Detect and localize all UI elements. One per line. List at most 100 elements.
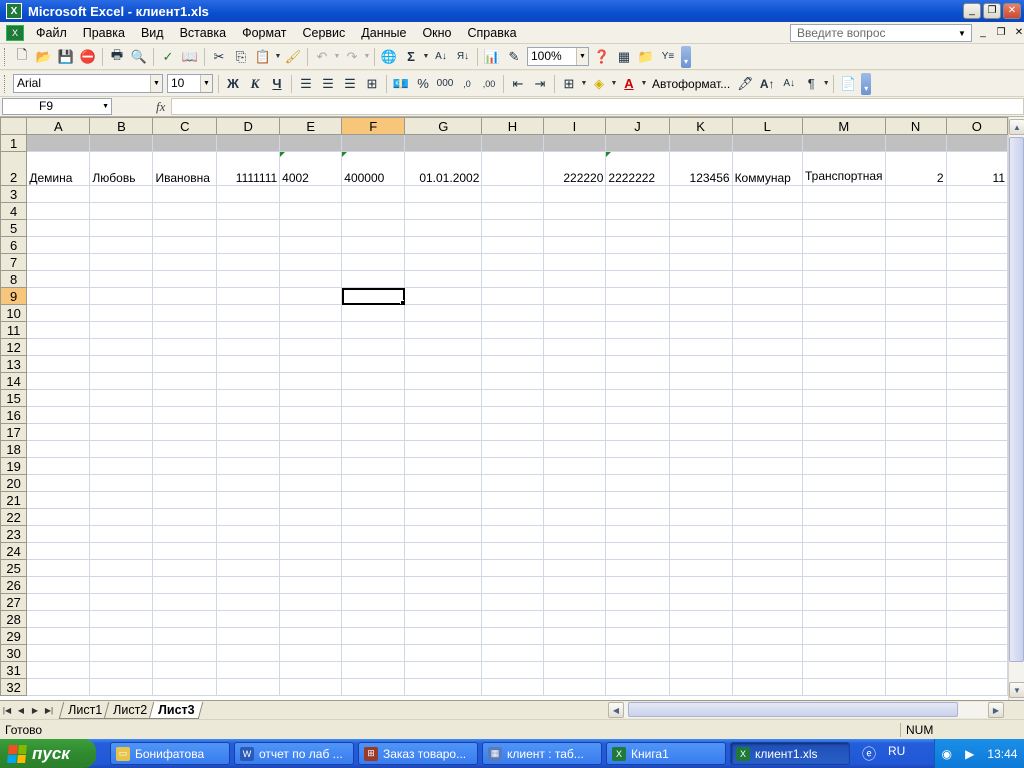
cell[interactable]: [542, 423, 607, 441]
cell[interactable]: [605, 219, 670, 237]
cell[interactable]: [801, 576, 886, 594]
cell[interactable]: [481, 508, 544, 526]
cell[interactable]: [668, 270, 733, 288]
cell[interactable]: [279, 253, 343, 271]
cell[interactable]: [542, 610, 607, 628]
cell[interactable]: [404, 576, 483, 594]
cell[interactable]: [26, 440, 91, 458]
cell[interactable]: [884, 253, 947, 271]
task-button[interactable]: ⊞ Заказ товаро...: [358, 742, 478, 765]
cell[interactable]: [731, 508, 803, 526]
cell[interactable]: [945, 542, 1008, 560]
column-header[interactable]: I: [542, 117, 607, 135]
cell[interactable]: [945, 406, 1008, 424]
cell[interactable]: [668, 627, 733, 645]
chevron-down-icon[interactable]: ▼: [102, 99, 109, 114]
cell[interactable]: [884, 627, 947, 645]
select-all-corner[interactable]: [0, 117, 28, 135]
cell[interactable]: [801, 491, 886, 509]
cell[interactable]: Ивановна: [152, 151, 218, 186]
cell[interactable]: [542, 355, 607, 373]
toolbar-options-button[interactable]: ▾: [861, 72, 872, 95]
cell[interactable]: [945, 219, 1008, 237]
cell[interactable]: [945, 338, 1008, 356]
thousands-button[interactable]: 000: [434, 73, 456, 95]
cell[interactable]: [341, 525, 406, 543]
cell[interactable]: [341, 678, 406, 696]
cell[interactable]: [152, 440, 218, 458]
chevron-down-icon[interactable]: ▼: [580, 80, 588, 87]
toolbar-grip[interactable]: [4, 47, 8, 66]
cell[interactable]: [404, 253, 483, 271]
cell[interactable]: [481, 610, 544, 628]
cell[interactable]: [884, 576, 947, 594]
row-header[interactable]: 11: [0, 321, 28, 339]
menu-insert[interactable]: Вставка: [172, 23, 234, 43]
cell[interactable]: [605, 678, 670, 696]
form-icon[interactable]: ▦: [613, 46, 635, 68]
row-header[interactable]: 19: [0, 457, 28, 475]
cell[interactable]: [605, 440, 670, 458]
close-button[interactable]: ✕: [1003, 3, 1021, 19]
cell[interactable]: [404, 610, 483, 628]
cell[interactable]: [404, 661, 483, 679]
cell[interactable]: [542, 559, 607, 577]
cell[interactable]: Транспортная: [801, 151, 886, 186]
cell[interactable]: [731, 423, 803, 441]
cell[interactable]: [341, 508, 406, 526]
cell[interactable]: [801, 610, 886, 628]
cell[interactable]: [152, 627, 218, 645]
cell[interactable]: [884, 355, 947, 373]
cell[interactable]: [341, 270, 406, 288]
cell[interactable]: [668, 576, 733, 594]
cell[interactable]: 2: [884, 151, 947, 186]
cell[interactable]: [89, 321, 154, 339]
cell[interactable]: [542, 372, 607, 390]
row-header[interactable]: 2: [0, 151, 28, 186]
cell[interactable]: [26, 457, 91, 475]
cell[interactable]: [731, 355, 803, 373]
cell[interactable]: [542, 508, 607, 526]
cell[interactable]: [279, 491, 343, 509]
percent-button[interactable]: %: [412, 73, 434, 95]
zoom-select[interactable]: 100% ▼: [527, 47, 589, 66]
cell[interactable]: [481, 576, 544, 594]
cell[interactable]: 2222222: [605, 151, 670, 186]
cell[interactable]: [668, 678, 733, 696]
cell[interactable]: [341, 474, 406, 492]
cell[interactable]: [801, 474, 886, 492]
menu-file[interactable]: Файл: [28, 23, 75, 43]
cell[interactable]: [605, 253, 670, 271]
cell[interactable]: [481, 253, 544, 271]
cell[interactable]: [801, 440, 886, 458]
cell[interactable]: [26, 389, 91, 407]
cell[interactable]: [945, 134, 1008, 152]
cell[interactable]: [279, 338, 343, 356]
cell[interactable]: [731, 644, 803, 662]
cell[interactable]: [884, 270, 947, 288]
cell[interactable]: [481, 355, 544, 373]
cell[interactable]: [731, 236, 803, 254]
cell[interactable]: [481, 474, 544, 492]
increase-decimal-icon[interactable]: ,0: [456, 73, 478, 95]
cell[interactable]: [152, 219, 218, 237]
cell[interactable]: [216, 270, 281, 288]
cell[interactable]: [26, 627, 91, 645]
column-header[interactable]: O: [945, 117, 1008, 135]
cell[interactable]: [668, 372, 733, 390]
cell[interactable]: [279, 525, 343, 543]
cell[interactable]: [542, 457, 607, 475]
cell[interactable]: [542, 542, 607, 560]
cell[interactable]: [945, 491, 1008, 509]
cell[interactable]: [216, 338, 281, 356]
cell[interactable]: [668, 321, 733, 339]
cell[interactable]: [801, 542, 886, 560]
cell[interactable]: [89, 287, 154, 305]
clock[interactable]: 13:44: [987, 747, 1017, 761]
row-header[interactable]: 1: [0, 134, 28, 152]
cell[interactable]: [279, 474, 343, 492]
cell[interactable]: [884, 491, 947, 509]
cell[interactable]: [152, 542, 218, 560]
cell[interactable]: [801, 389, 886, 407]
cut-icon[interactable]: ✂: [208, 46, 230, 68]
